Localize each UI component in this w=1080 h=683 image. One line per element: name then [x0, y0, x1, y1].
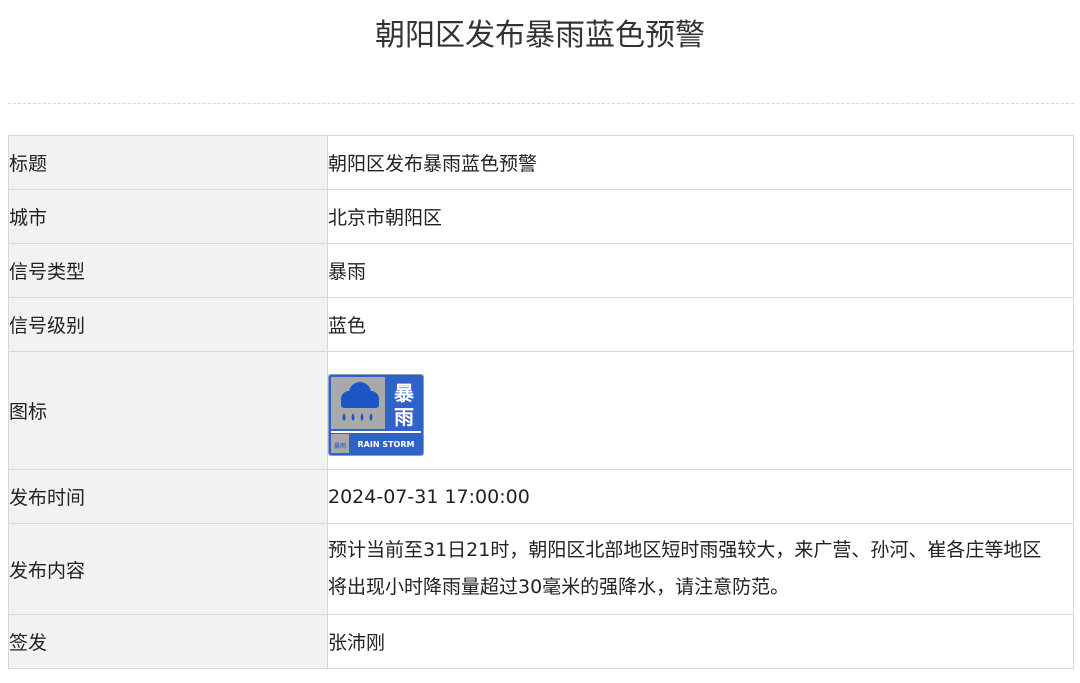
row-value-signal-level: 蓝色	[327, 297, 1074, 352]
table-row: 签发 张沛刚	[8, 614, 1074, 669]
icon-english-label: RAIN STORM	[358, 440, 415, 449]
row-label-signer: 签发	[8, 614, 328, 669]
row-value-publish-content: 预计当前至31日21时，朝阳区北部地区短时雨强较大，来广营、孙河、崔各庄等地区将…	[327, 523, 1074, 615]
rainstorm-blue-warning-icon: 暴 雨 暴雨 RAIN STORM	[328, 373, 424, 456]
row-value-publish-time: 2024-07-31 17:00:00	[327, 469, 1074, 524]
row-label-signal-type: 信号类型	[8, 243, 328, 298]
row-value-icon: 暴 雨 暴雨 RAIN STORM	[327, 351, 1074, 470]
row-value-signer: 张沛刚	[327, 614, 1074, 669]
row-label-publish-time: 发布时间	[8, 469, 328, 524]
table-row: 信号级别 蓝色	[8, 297, 1074, 352]
row-value-signal-type: 暴雨	[327, 243, 1074, 298]
row-label-city: 城市	[8, 189, 328, 244]
icon-char-top: 暴	[394, 381, 415, 405]
table-row: 信号类型 暴雨	[8, 243, 1074, 298]
page-title: 朝阳区发布暴雨蓝色预警	[375, 18, 705, 53]
row-label-publish-content: 发布内容	[8, 523, 328, 615]
table-row: 图标 暴 雨 暴雨 RAIN STORM	[8, 351, 1074, 470]
icon-char-bottom: 雨	[394, 405, 414, 429]
row-value-title: 朝阳区发布暴雨蓝色预警	[327, 135, 1074, 190]
row-label-title: 标题	[8, 135, 328, 190]
icon-small-char: 暴雨	[334, 443, 346, 450]
table-row: 城市 北京市朝阳区	[8, 189, 1074, 244]
row-value-city: 北京市朝阳区	[327, 189, 1074, 244]
table-row: 发布时间 2024-07-31 17:00:00	[8, 469, 1074, 524]
table-row: 发布内容 预计当前至31日21时，朝阳区北部地区短时雨强较大，来广营、孙河、崔各…	[8, 523, 1074, 615]
warning-info-table: 标题 朝阳区发布暴雨蓝色预警 城市 北京市朝阳区 信号类型 暴雨 信号级别 蓝色…	[8, 135, 1074, 669]
title-divider	[8, 103, 1074, 104]
row-label-icon: 图标	[8, 351, 328, 470]
row-label-signal-level: 信号级别	[8, 297, 328, 352]
publish-content-text: 预计当前至31日21时，朝阳区北部地区短时雨强较大，来广营、孙河、崔各庄等地区将…	[328, 539, 1042, 598]
table-row: 标题 朝阳区发布暴雨蓝色预警	[8, 135, 1074, 190]
